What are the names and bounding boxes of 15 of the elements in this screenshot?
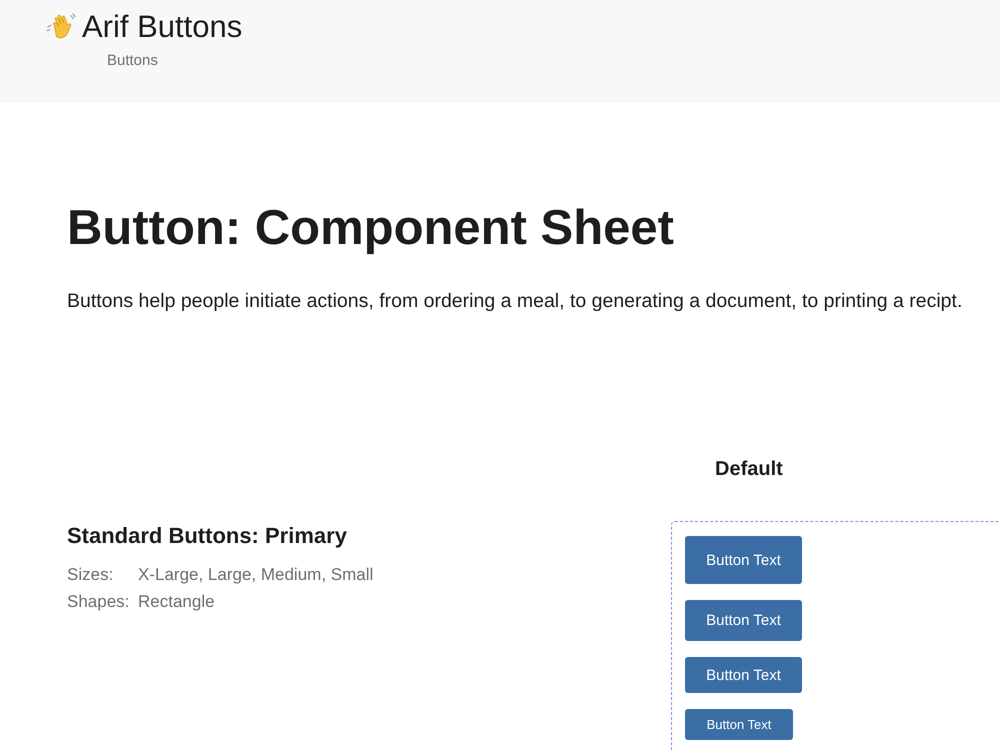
spec-value: Rectangle [138, 591, 216, 613]
primary-button[interactable]: Button Text [685, 709, 793, 740]
page-description: Buttons help people initiate actions, from ordering a meal, to generating a document, to printing a recipt. [67, 289, 964, 314]
site-title: Arif Buttons [82, 9, 242, 45]
waving-hand-icon [46, 13, 76, 41]
spec-value: X-Large, Large, Medium, Small [138, 564, 374, 586]
page-title: Button: Component Sheet [67, 200, 675, 257]
spec-label: Shapes: [67, 591, 130, 613]
nav-link[interactable]: Buttons [107, 52, 158, 69]
variant-title: Default [715, 457, 784, 482]
spec-label: Sizes: [67, 564, 114, 586]
primary-button[interactable]: Button Text [685, 600, 802, 641]
section-heading: Standard Buttons: Primary [67, 522, 348, 550]
primary-button[interactable]: Button Text [685, 657, 802, 693]
primary-button[interactable]: Button Text [685, 536, 802, 584]
